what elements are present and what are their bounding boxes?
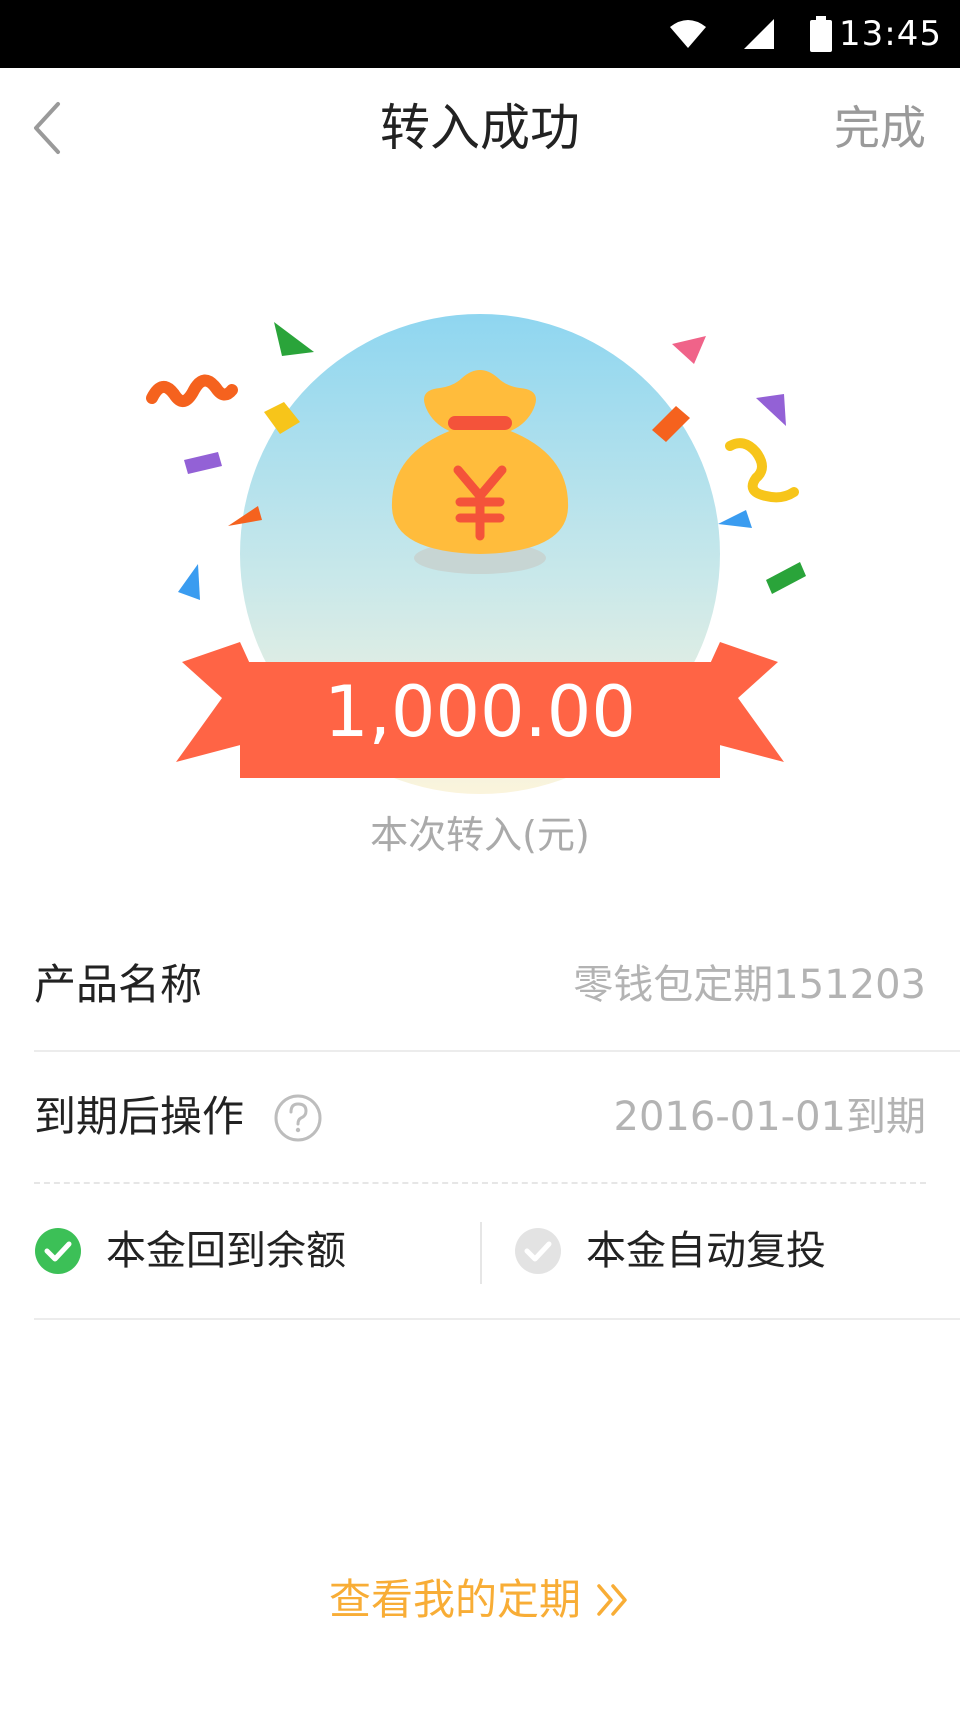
amount-caption: 本次转入(元) [370,813,590,857]
signal-icon [744,19,774,49]
double-chevron-right-icon [597,1583,627,1616]
nav-bar: 转入成功 完成 [0,68,960,186]
product-name-value: 零钱包定期151203 [573,962,926,1008]
view-my-deposits-link[interactable]: 查看我的定期 [0,1570,960,1630]
view-my-deposits-label: 查看我的定期 [328,1575,581,1624]
done-button[interactable]: 完成 [834,96,926,160]
transfer-amount: 1,000.00 [324,671,636,753]
status-bar: 13:45 [0,0,960,68]
expire-action-row: 到期后操作 2016-01-01到期 [34,1052,960,1182]
option-divider [480,1222,482,1284]
options-bottom-divider [34,1318,960,1320]
question-circle-icon[interactable] [274,1094,322,1142]
product-name-row: 产品名称 零钱包定期151203 [34,920,960,1052]
option-auto-reinvest[interactable]: 本金自动复投 [514,1184,954,1318]
wifi-icon [670,20,706,48]
page-title: 转入成功 [380,99,580,157]
expire-action-label: 到期后操作 [34,1092,245,1141]
check-circle-icon [35,1228,81,1274]
option-return-label: 本金回到余额 [106,1228,346,1274]
transfer-success-screen: 13:45 转入成功 完成 1,000.00 本次转入(元) 产品名称 零钱包定… [0,0,960,1710]
maturity-options: 本金回到余额 本金自动复投 [0,1184,960,1318]
option-return-to-balance[interactable]: 本金回到余额 [34,1184,480,1318]
battery-icon [810,16,832,52]
product-name-label: 产品名称 [34,960,203,1009]
celebration-graphic [146,314,806,794]
success-illustration: 1,000.00 本次转入(元) [0,300,960,860]
expire-date-value: 2016-01-01到期 [613,1094,926,1140]
check-circle-unselected-icon [515,1228,561,1274]
status-time: 13:45 [839,14,942,54]
option-reinvest-label: 本金自动复投 [586,1228,826,1274]
